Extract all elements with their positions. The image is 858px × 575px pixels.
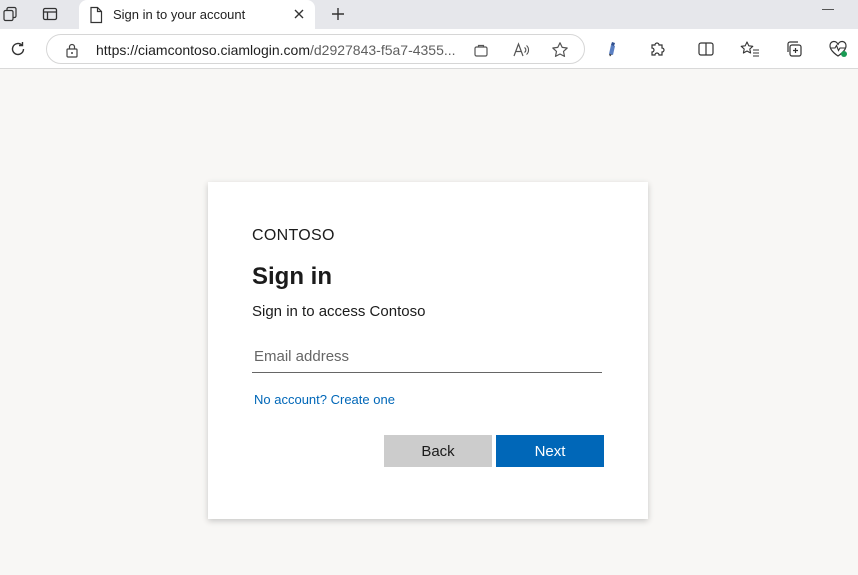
url-text[interactable]: https://ciamcontoso.ciamlogin.com/d29278… [96,42,462,58]
refresh-icon[interactable] [8,39,28,59]
page-title: Sign in [252,263,332,290]
app-available-icon[interactable] [471,40,491,60]
page-icon [88,6,104,29]
email-field[interactable] [252,341,602,373]
browser-toolbar: https://ciamcontoso.ciamlogin.com/d29278… [0,29,858,69]
url-path: /d2927843-f5a7-4355... [309,42,456,58]
tab-strip: Sign in to your account [0,0,858,31]
tab-actions-icon[interactable] [40,4,60,24]
extension-pen-icon[interactable] [602,39,622,59]
heart-pulse-icon[interactable] [828,39,848,59]
close-icon[interactable] [291,6,307,27]
create-account-link[interactable]: No account? Create one [254,392,395,407]
address-bar[interactable]: https://ciamcontoso.ciamlogin.com/d29278… [46,34,585,64]
collections-icon[interactable] [784,39,804,59]
read-aloud-icon[interactable] [511,40,531,60]
favorites-list-icon[interactable] [740,39,760,59]
puzzle-icon[interactable] [647,39,667,59]
star-icon[interactable] [550,40,570,60]
active-tab[interactable]: Sign in to your account [79,0,315,31]
url-domain: https://ciamcontoso.ciamlogin.com [96,42,310,58]
sign-in-subtitle: Sign in to access Contoso [252,303,426,320]
lock-icon[interactable] [65,42,79,63]
next-button[interactable]: Next [496,435,604,467]
workspaces-icon[interactable] [0,4,20,24]
back-button[interactable]: Back [384,435,492,467]
plus-icon[interactable] [328,4,348,24]
minimize-button[interactable] [822,9,834,10]
brand-name: CONTOSO [252,227,335,244]
tab-title: Sign in to your account [113,7,246,22]
sign-in-card: CONTOSO Sign in Sign in to access Contos… [208,182,648,519]
split-screen-icon[interactable] [696,39,716,59]
